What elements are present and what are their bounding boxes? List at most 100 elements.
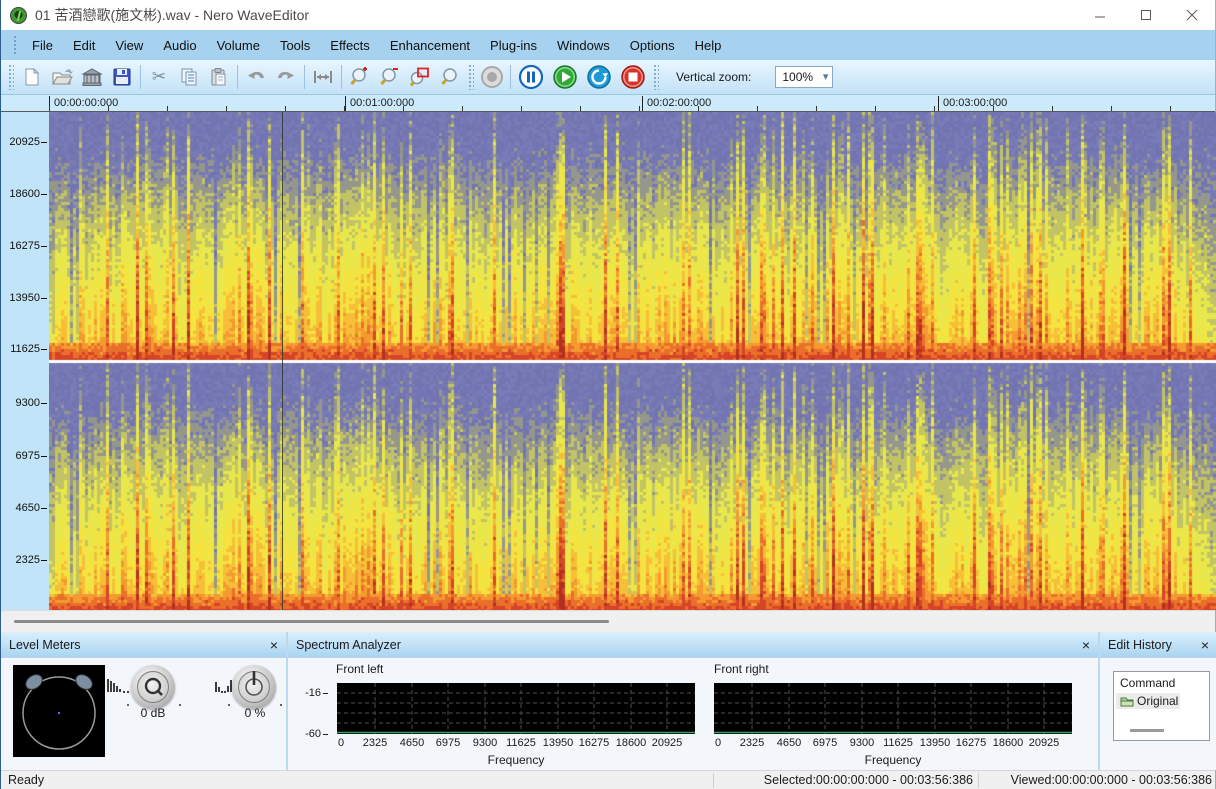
pause-button[interactable] xyxy=(514,63,548,91)
audio-library-button[interactable] xyxy=(77,63,107,91)
level-meters-close-icon[interactable]: × xyxy=(270,638,278,652)
toolbar: ✂ Vertical zoom: 100% ▾ xyxy=(1,60,1215,95)
edit-history-list: Command Original xyxy=(1113,671,1210,741)
loop-playback-button[interactable] xyxy=(582,63,616,91)
xtick: 9300 xyxy=(472,737,498,749)
menu-effects[interactable]: Effects xyxy=(320,33,380,58)
redo-button[interactable] xyxy=(271,63,301,91)
toolbar-separator xyxy=(341,65,342,89)
menu-tools[interactable]: Tools xyxy=(270,33,320,58)
scrollbar-thumb[interactable] xyxy=(14,620,609,623)
menu-plugins[interactable]: Plug-ins xyxy=(480,33,547,58)
vertical-zoom-label: Vertical zoom: xyxy=(676,70,752,84)
spectrogram-canvas[interactable] xyxy=(49,112,1216,610)
edit-history-title-bar[interactable]: Edit History × xyxy=(1100,632,1216,658)
edit-history-title: Edit History xyxy=(1108,637,1172,652)
spectrum-left-xticks: 0 2325 4650 6975 9300 11625 13950 16275 … xyxy=(337,737,695,750)
record-button[interactable] xyxy=(477,63,507,91)
toolbar-grip xyxy=(653,64,659,90)
zoom-in-button[interactable] xyxy=(345,63,375,91)
minimize-button[interactable] xyxy=(1077,0,1123,30)
frequency-axis-label-left: Frequency xyxy=(487,753,545,767)
xtick: 13950 xyxy=(919,737,951,749)
paste-button[interactable] xyxy=(204,63,234,91)
menu-enhancement[interactable]: Enhancement xyxy=(380,33,480,58)
ruler-tick-0: 00:00:00:000 xyxy=(49,96,118,111)
loop-icon xyxy=(587,65,611,89)
zoom-selection-button[interactable] xyxy=(405,63,435,91)
pause-icon xyxy=(518,64,544,90)
time-ruler[interactable]: 00:00:00:000 00:01:00:000 00:02:00:000 0… xyxy=(1,95,1215,112)
xtick: 16275 xyxy=(955,737,987,749)
balance-value: 0 % xyxy=(244,706,266,720)
close-icon xyxy=(1186,9,1198,21)
menu-view[interactable]: View xyxy=(105,33,153,58)
xtick: 0 xyxy=(714,737,722,749)
redo-icon xyxy=(278,71,294,79)
toolbar-grip xyxy=(8,64,14,90)
menu-options[interactable]: Options xyxy=(620,33,685,58)
record-icon xyxy=(481,66,503,88)
frequency-axis: 20925 18600 16275 13950 11625 9300 6975 … xyxy=(1,112,49,610)
zoom-fit-button[interactable] xyxy=(308,63,338,91)
edit-history-scrollbar-thumb[interactable] xyxy=(1130,729,1164,732)
playback-cursor[interactable] xyxy=(282,112,283,610)
level-meters-title-bar[interactable]: Level Meters × xyxy=(1,632,286,658)
maximize-button[interactable] xyxy=(1123,0,1169,30)
history-item-original[interactable]: Original xyxy=(1116,693,1181,709)
zoom-in-icon xyxy=(350,67,367,85)
xtick: 11625 xyxy=(883,737,913,749)
xtick: 13950 xyxy=(542,737,574,749)
cut-button[interactable]: ✂ xyxy=(144,63,174,91)
zoom-normal-button[interactable] xyxy=(435,63,465,91)
toolbar-grip xyxy=(468,64,474,90)
spectrum-analyzer-title-bar[interactable]: Spectrum Analyzer × xyxy=(288,632,1098,658)
xtick: 0 xyxy=(337,737,345,749)
horizontal-scrollbar[interactable] xyxy=(1,610,1215,632)
copy-button[interactable] xyxy=(174,63,204,91)
menu-volume[interactable]: Volume xyxy=(207,33,270,58)
xtick: 18600 xyxy=(992,737,1024,749)
new-file-button[interactable] xyxy=(17,63,47,91)
menu-audio[interactable]: Audio xyxy=(153,33,206,58)
db-tick-top: -16 xyxy=(304,687,328,699)
freq-label: 9300 xyxy=(16,397,47,409)
save-button[interactable] xyxy=(107,63,137,91)
balance-knob[interactable] xyxy=(232,665,276,709)
volume-knob[interactable] xyxy=(131,665,175,709)
spectrum-plot-right xyxy=(714,683,1072,734)
toolbar-separator xyxy=(140,65,141,89)
spectrogram-workspace: 20925 18600 16275 13950 11625 9300 6975 … xyxy=(1,112,1216,610)
stop-button[interactable] xyxy=(616,63,650,91)
zoom-out-button[interactable] xyxy=(375,63,405,91)
toolbar-separator xyxy=(237,65,238,89)
play-icon xyxy=(553,65,577,89)
open-file-button[interactable] xyxy=(47,63,77,91)
xtick: 6975 xyxy=(435,737,461,749)
toolbar-separator xyxy=(510,65,511,89)
undo-button[interactable] xyxy=(241,63,271,91)
xtick: 16275 xyxy=(578,737,610,749)
undo-icon xyxy=(248,71,264,79)
xtick: 4650 xyxy=(399,737,425,749)
play-button[interactable] xyxy=(548,63,582,91)
open-file-icon xyxy=(52,69,73,85)
level-meters-panel: Level Meters × 0 dB 0 % xyxy=(1,632,286,770)
close-button[interactable] xyxy=(1169,0,1215,30)
vertical-zoom-select[interactable]: 100% ▾ xyxy=(775,66,834,88)
xtick: 20925 xyxy=(651,737,683,749)
menu-edit[interactable]: Edit xyxy=(63,33,105,58)
freq-label: 4650 xyxy=(16,502,47,514)
maximize-icon xyxy=(1141,10,1151,20)
menu-file[interactable]: File xyxy=(22,33,63,58)
xtick: 11625 xyxy=(506,737,536,749)
spectrum-analyzer-close-icon[interactable]: × xyxy=(1082,638,1090,652)
menu-help[interactable]: Help xyxy=(685,33,732,58)
edit-history-close-icon[interactable]: × xyxy=(1201,638,1209,652)
menu-windows[interactable]: Windows xyxy=(547,33,620,58)
title-bar: 01 苦酒戀歌(施文彬).wav - Nero WaveEditor xyxy=(1,0,1215,30)
freq-label: 6975 xyxy=(16,450,47,462)
paste-icon xyxy=(211,68,226,86)
freq-label: 11625 xyxy=(10,343,47,355)
status-separator xyxy=(978,773,979,788)
